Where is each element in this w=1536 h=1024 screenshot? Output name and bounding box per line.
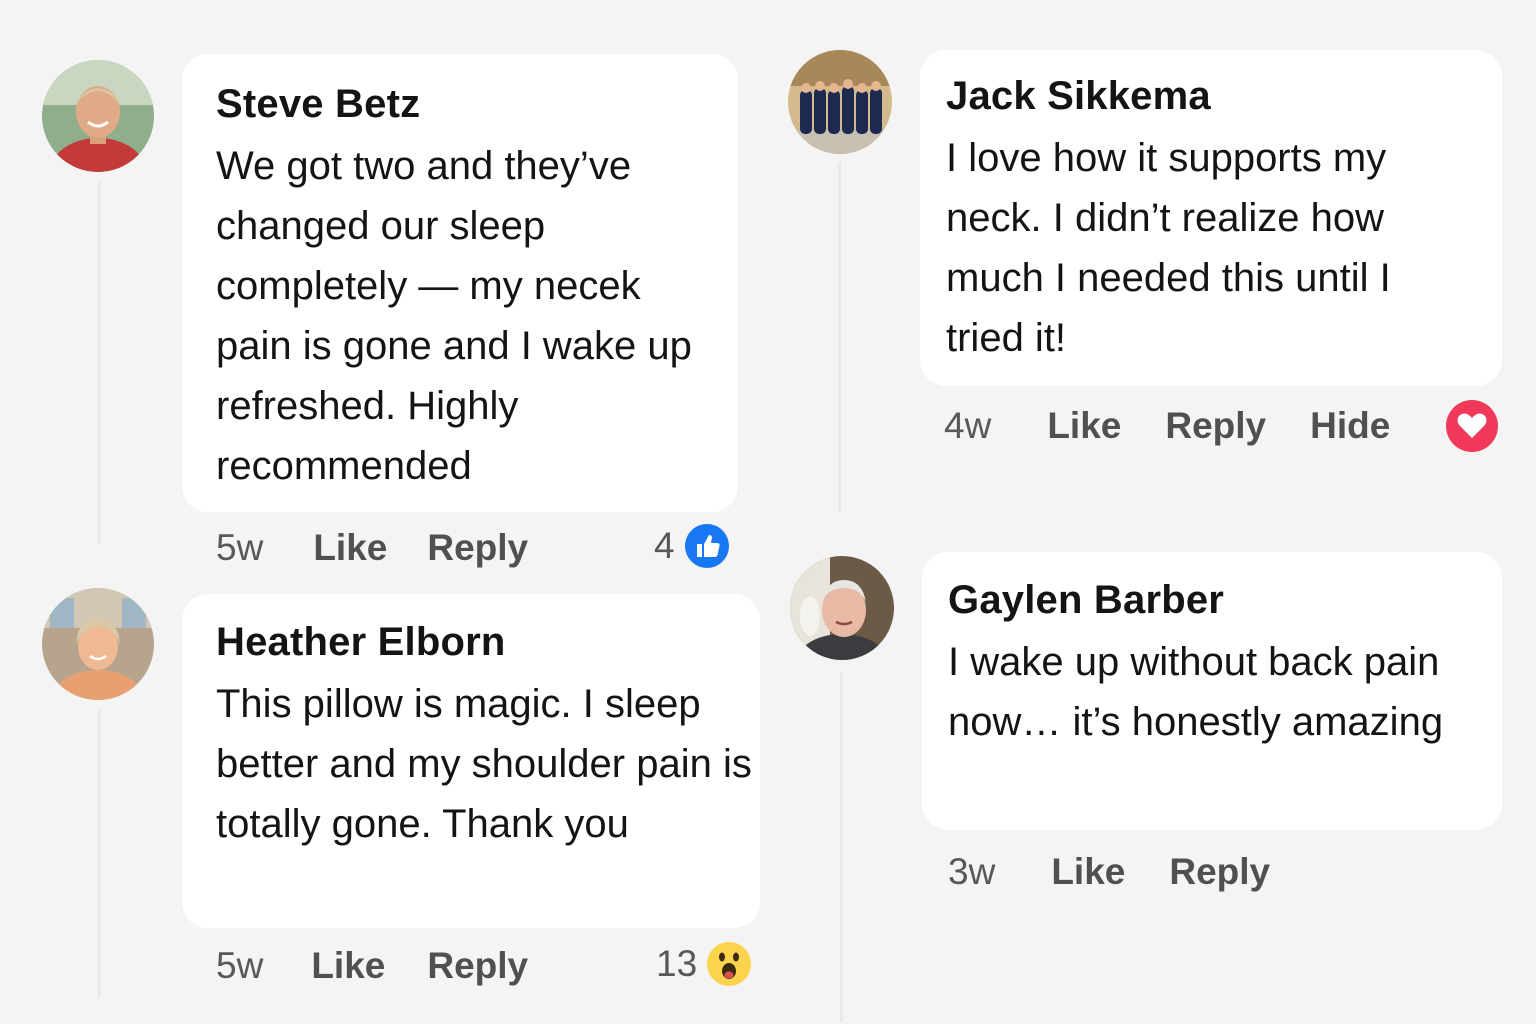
- comment-text: We got two and they’ve changed our sleep…: [216, 144, 692, 488]
- comment-author[interactable]: Gaylen Barber: [948, 576, 1502, 624]
- heart-icon: [1446, 400, 1498, 452]
- comment-timestamp[interactable]: 5w: [216, 526, 263, 570]
- comment-bubble: Heather Elborn This pillow is magic. I s…: [182, 594, 760, 928]
- wow-face-icon: [707, 942, 752, 986]
- avatar-jack-sikkema[interactable]: [788, 50, 892, 154]
- reply-button[interactable]: Reply: [427, 526, 528, 570]
- comment-bubble: Steve Betz We got two and they’ve change…: [182, 54, 738, 512]
- reply-button[interactable]: Reply: [427, 944, 528, 988]
- avatar-heather-elborn[interactable]: [42, 588, 154, 700]
- reaction-summary[interactable]: 4: [654, 524, 729, 568]
- avatar-gaylen-barber[interactable]: [790, 556, 894, 660]
- comment-text: This pillow is magic. I sleep better and…: [216, 682, 752, 846]
- reaction-count: 4: [654, 525, 675, 566]
- comment-text: I wake up without back pain now… it’s ho…: [948, 640, 1444, 744]
- comment-author[interactable]: Heather Elborn: [216, 618, 760, 666]
- comment-bubble: Jack Sikkema I love how it supports my n…: [920, 50, 1502, 386]
- thread-line: [98, 182, 101, 544]
- comment-bubble: Gaylen Barber I wake up without back pai…: [922, 552, 1502, 830]
- comment-timestamp[interactable]: 5w: [216, 944, 263, 988]
- comment-actions: 5w Like Reply: [216, 526, 528, 570]
- comment-actions: 3w Like Reply: [948, 850, 1270, 894]
- reply-button[interactable]: Reply: [1165, 404, 1266, 448]
- comment-timestamp[interactable]: 4w: [944, 404, 991, 448]
- hide-button[interactable]: Hide: [1310, 404, 1390, 448]
- avatar-steve-betz[interactable]: [42, 60, 154, 172]
- reaction-summary[interactable]: [1446, 400, 1498, 452]
- comment-text: I love how it supports my neck. I didn’t…: [946, 136, 1391, 360]
- like-button[interactable]: Like: [311, 944, 385, 988]
- comment-actions: 5w Like Reply: [216, 944, 528, 988]
- reaction-count: 13: [656, 943, 698, 984]
- thread-line: [98, 708, 101, 998]
- like-button[interactable]: Like: [1047, 404, 1121, 448]
- comment-author[interactable]: Steve Betz: [216, 80, 738, 128]
- comment-actions: 4w Like Reply Hide: [944, 404, 1390, 448]
- like-button[interactable]: Like: [313, 526, 387, 570]
- thread-line: [838, 162, 841, 512]
- thumbs-up-icon: [684, 524, 729, 568]
- like-button[interactable]: Like: [1051, 850, 1125, 894]
- reply-button[interactable]: Reply: [1169, 850, 1270, 894]
- reaction-summary[interactable]: 13: [656, 942, 752, 986]
- thread-line: [840, 672, 843, 1022]
- comment-timestamp[interactable]: 3w: [948, 850, 995, 894]
- comment-author[interactable]: Jack Sikkema: [946, 72, 1502, 120]
